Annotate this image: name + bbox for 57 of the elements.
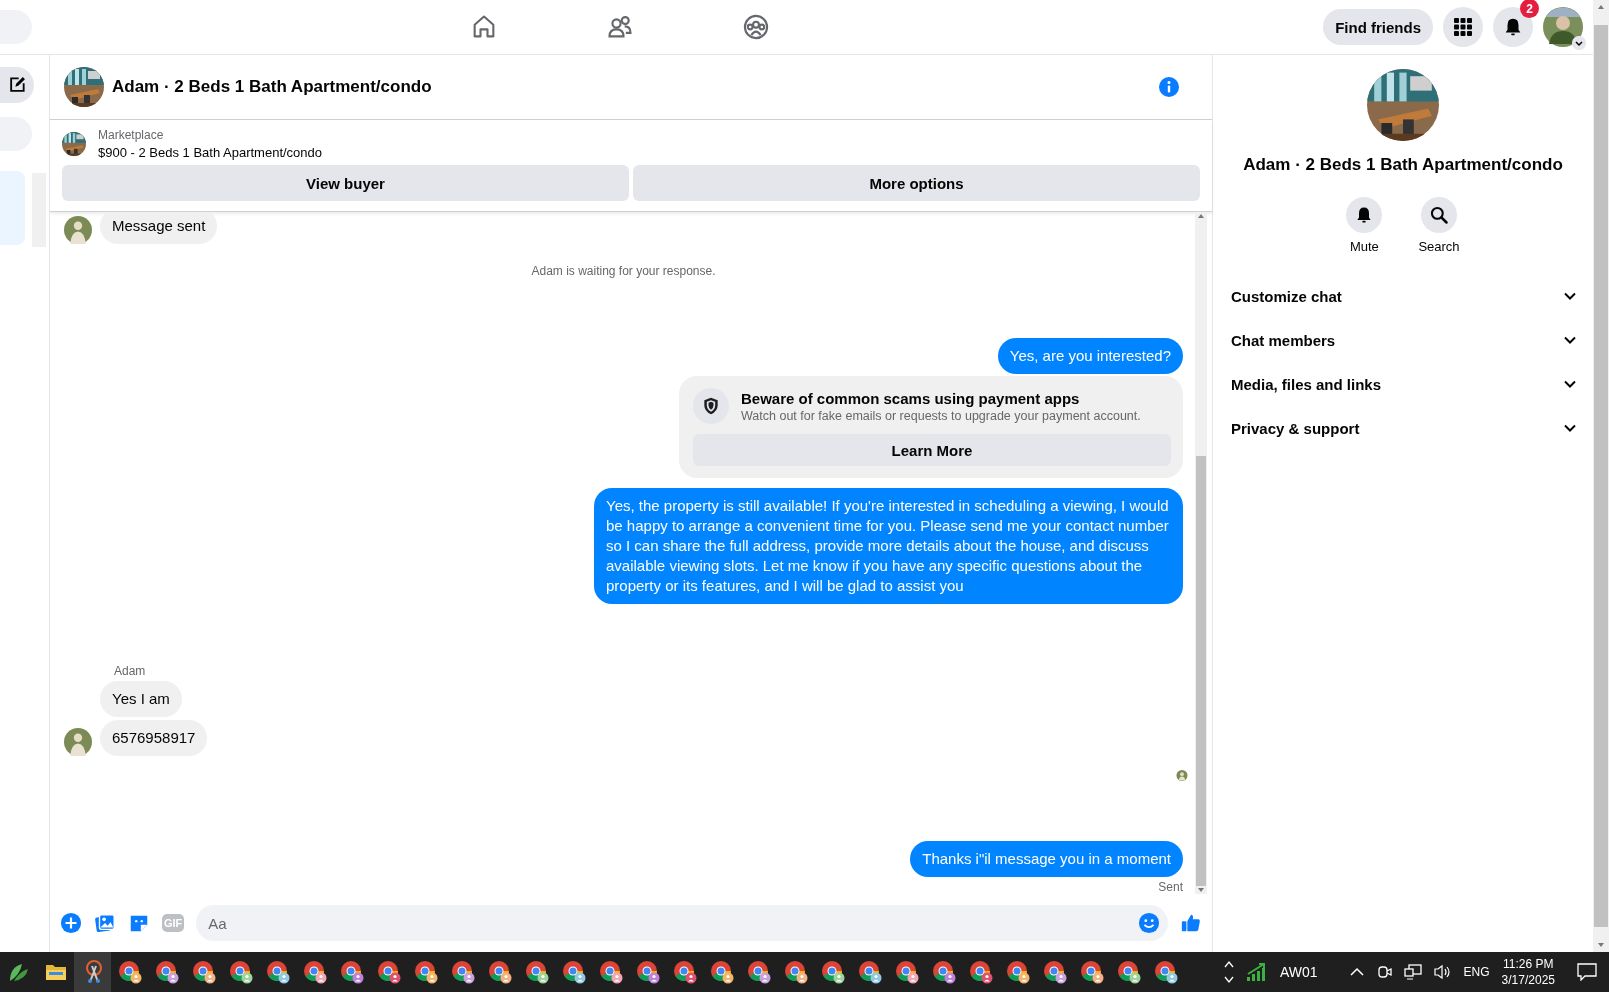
- message-bubble: Yes, the property is still available! If you're interested in scheduling a viewing, I would be happy to arrange a convenient time for you. Please send me your contact number so I can share the full address, provide more details about the house, and discuss available viewing slots. Let me know if you have any specific questions about the property or its features, and I will be glad to assist you: [594, 488, 1183, 604]
- chevron-up-icon[interactable]: [1349, 967, 1364, 977]
- section-header[interactable]: Media, files and links: [1229, 362, 1577, 406]
- message-bubble: Yes I am: [100, 681, 182, 717]
- scissors-icon[interactable]: [74, 952, 111, 992]
- image-icon[interactable]: [94, 912, 116, 934]
- action-button[interactable]: More options: [633, 165, 1200, 201]
- groups-icon[interactable]: [742, 13, 770, 41]
- menu-button[interactable]: [1443, 7, 1483, 47]
- section-header[interactable]: Privacy & support: [1229, 406, 1577, 450]
- clock[interactable]: 11:26 PM 3/17/2025: [1501, 956, 1555, 988]
- delivery-status: Sent: [1158, 880, 1183, 894]
- message-bubble: Yes, are you interested?: [997, 338, 1183, 374]
- sender-name: Adam: [114, 664, 147, 678]
- section-header[interactable]: Chat members: [1229, 318, 1577, 362]
- camera-icon[interactable]: [1375, 964, 1392, 980]
- find-friends-button[interactable]: Find friends: [1323, 9, 1433, 45]
- notification-center-icon[interactable]: [1577, 963, 1597, 981]
- message-input[interactable]: Aa: [196, 905, 1168, 941]
- avatar: [64, 216, 92, 244]
- network-name: AW01: [1280, 964, 1318, 980]
- conversation-title: Adam · 2 Beds 1 Bath Apartment/condo: [1243, 155, 1563, 175]
- scrollbar[interactable]: [1593, 0, 1609, 952]
- plus-icon[interactable]: [60, 912, 82, 934]
- search-icon: [1429, 205, 1449, 225]
- scroll-down-icon[interactable]: [1597, 941, 1605, 949]
- message-bubble: Thanks i"il message you in a moment: [910, 841, 1183, 877]
- action-button[interactable]: View buyer: [62, 165, 629, 201]
- message-bubble: 6576958917: [100, 720, 208, 756]
- chat-title: Adam · 2 Beds 1 Bath Apartment/condo: [112, 77, 432, 97]
- signal-icon[interactable]: [1246, 962, 1268, 982]
- speaker-icon[interactable]: [1433, 964, 1452, 980]
- listing-title[interactable]: $900 - 2 Beds 1 Bath Apartment/condo: [98, 145, 323, 160]
- new-message-button[interactable]: [0, 67, 34, 103]
- language-indicator[interactable]: ENG: [1463, 965, 1490, 979]
- emoji-icon[interactable]: [1138, 912, 1160, 934]
- avatar: [64, 728, 92, 756]
- scrollbar[interactable]: [1195, 212, 1207, 894]
- read-receipt-avatar: [1175, 770, 1189, 781]
- scroll-up-icon[interactable]: [1597, 3, 1605, 11]
- learn-more-button[interactable]: Learn More: [693, 434, 1171, 466]
- info-icon[interactable]: [1158, 76, 1180, 98]
- message-bubble: Message sent: [100, 212, 218, 244]
- network-icon[interactable]: [1403, 964, 1422, 980]
- scroll-arrows-icon[interactable]: [1224, 959, 1234, 985]
- shield-icon: [693, 388, 729, 424]
- grid-icon: [1453, 17, 1473, 37]
- notification-badge: 2: [1520, 0, 1539, 18]
- account-avatar[interactable]: [1543, 7, 1583, 47]
- listing-label: Marketplace: [98, 128, 165, 142]
- scroll-up-icon[interactable]: [1197, 212, 1205, 220]
- card-title: Beware of common scams using payment apps: [741, 389, 1081, 407]
- notice-text: Adam is waiting for your response.: [531, 264, 716, 278]
- compose-icon: [7, 75, 27, 95]
- section-header[interactable]: Customize chat: [1229, 274, 1577, 318]
- card-text: Watch out for fake emails or requests to upgrade your payment account.: [741, 408, 1141, 423]
- thumbs-up-icon[interactable]: [1180, 912, 1202, 934]
